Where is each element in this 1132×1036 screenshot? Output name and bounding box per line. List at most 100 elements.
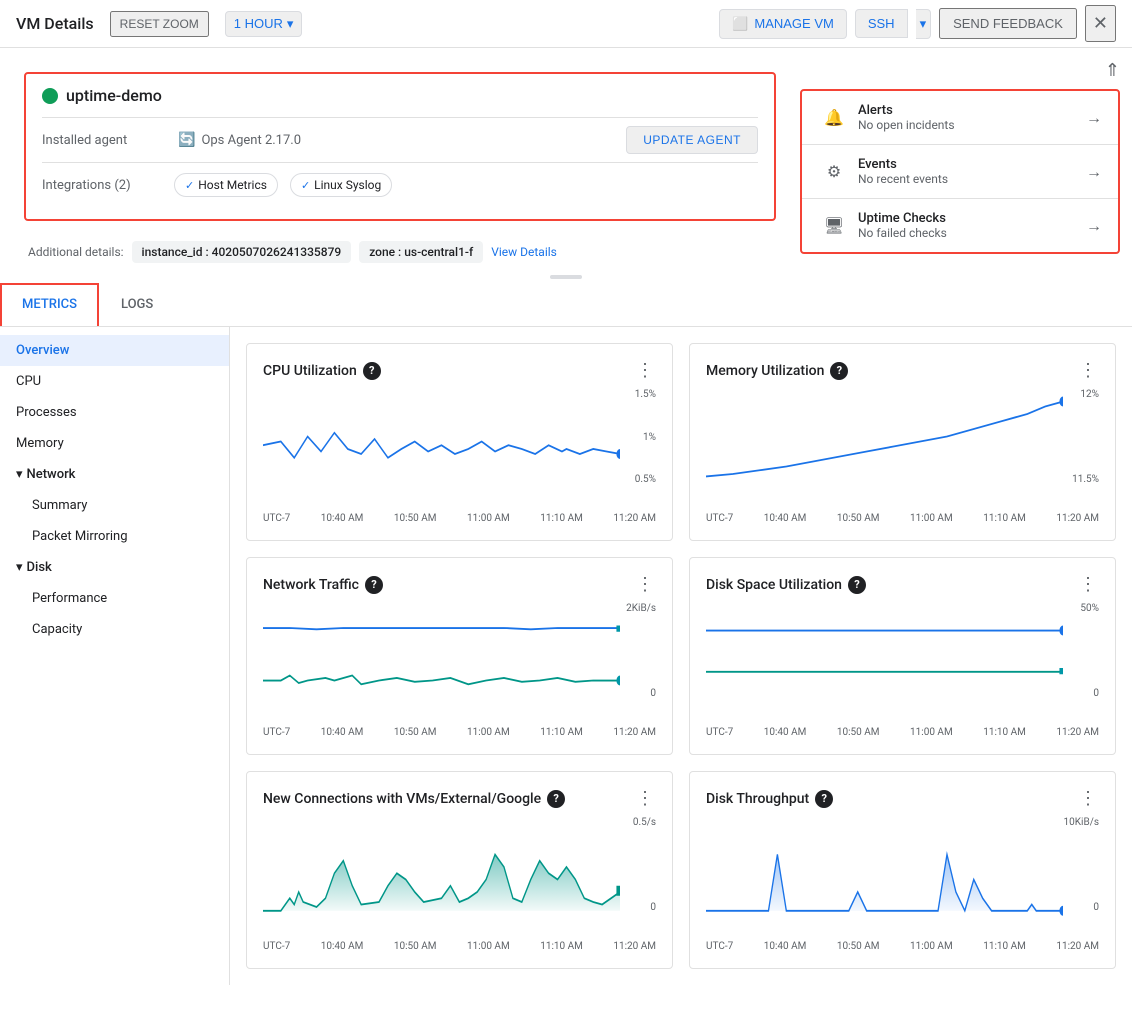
uptime-checks-title: Uptime Checks [858, 211, 1086, 226]
cpu-utilization-chart: CPU Utilization ? ⋮ 1.5% 1% 0.5% [246, 343, 673, 541]
charts-grid: CPU Utilization ? ⋮ 1.5% 1% 0.5% [246, 343, 1116, 969]
zone-label: zone : [369, 245, 404, 259]
alerts-arrow-icon: → [1086, 108, 1102, 128]
network-help-icon[interactable]: ? [365, 576, 383, 594]
metrics-tab[interactable]: METRICS [0, 283, 99, 326]
sync-icon: 🔄 [178, 132, 195, 148]
new-connections-x-labels: UTC-7 10:40 AM 10:50 AM 11:00 AM 11:10 A… [263, 941, 656, 952]
additional-details-label: Additional details: [28, 245, 124, 259]
new-connections-more-icon[interactable]: ⋮ [636, 788, 656, 809]
cpu-more-icon[interactable]: ⋮ [636, 360, 656, 381]
events-item[interactable]: ⚙ Events No recent events → [802, 145, 1118, 199]
ssh-button[interactable]: SSH [855, 9, 908, 38]
cpu-chart-title: CPU Utilization [263, 363, 357, 379]
disk-space-x-labels: UTC-7 10:40 AM 10:50 AM 11:00 AM 11:10 A… [706, 727, 1099, 738]
disk-space-y-labels: 50% 0 [1063, 603, 1099, 699]
instance-id-label: instance_id : [142, 245, 212, 259]
resize-handle[interactable] [0, 271, 1132, 283]
logs-tab[interactable]: LOGS [99, 283, 175, 326]
zone-chip: zone : us-central1-f [359, 241, 483, 263]
vm-icon: ⬜ [732, 16, 748, 32]
disk-throughput-more-icon[interactable]: ⋮ [1079, 788, 1099, 809]
uptime-checks-arrow-icon: → [1086, 216, 1102, 236]
memory-help-icon[interactable]: ? [830, 362, 848, 380]
vm-name-row: uptime-demo [42, 86, 758, 105]
network-chart-svg [263, 603, 620, 703]
host-metrics-label: Host Metrics [198, 178, 267, 192]
disk-throughput-container: 10KiB/s 0 [706, 817, 1099, 937]
linux-syslog-label: Linux Syslog [314, 178, 381, 192]
network-x-labels: UTC-7 10:40 AM 10:50 AM 11:00 AM 11:10 A… [263, 727, 656, 738]
agent-info: 🔄 Ops Agent 2.17.0 [178, 132, 301, 148]
sidebar-item-capacity[interactable]: Capacity [0, 614, 229, 645]
disk-space-chart-title: Disk Space Utilization [706, 577, 842, 593]
vm-details-container: uptime-demo Installed agent 🔄 Ops Agent … [0, 48, 800, 271]
sidebar-item-performance[interactable]: Performance [0, 583, 229, 614]
disk-throughput-header: Disk Throughput ? ⋮ [706, 788, 1099, 809]
memory-chart-container: 12% 11.5% [706, 389, 1099, 509]
integrations-row: Integrations (2) ✓ Host Metrics ✓ Linux … [42, 162, 758, 207]
manage-vm-button[interactable]: ⬜ MANAGE VM [719, 9, 847, 39]
network-chart-container: 2KiB/s 0 [263, 603, 656, 723]
memory-y-labels: 12% 11.5% [1063, 389, 1099, 485]
zone-value: us-central1-f [404, 245, 473, 259]
instance-id-chip: instance_id : 4020507026241335879 [132, 241, 352, 263]
sidebar-item-processes[interactable]: Processes [0, 397, 229, 428]
disk-space-chart-container: 50% 0 [706, 603, 1099, 723]
memory-more-icon[interactable]: ⋮ [1079, 360, 1099, 381]
details-section: uptime-demo Installed agent 🔄 Ops Agent … [0, 48, 1132, 271]
agent-label: Installed agent [42, 133, 162, 148]
right-panel-header: ⇑ [800, 60, 1120, 89]
sidebar-item-overview[interactable]: Overview [0, 335, 229, 366]
new-connections-title: New Connections with VMs/External/Google [263, 791, 541, 807]
sidebar-item-memory[interactable]: Memory [0, 428, 229, 459]
disk-space-title-row: Disk Space Utilization ? [706, 576, 866, 594]
vm-details-panel: uptime-demo Installed agent 🔄 Ops Agent … [24, 72, 776, 221]
alerts-text: Alerts No open incidents [858, 103, 1086, 132]
chevron-down-icon: ▾ [287, 16, 294, 32]
disk-space-more-icon[interactable]: ⋮ [1079, 574, 1099, 595]
top-bar-right: ⬜ MANAGE VM SSH ▾ SEND FEEDBACK ✕ [719, 5, 1116, 42]
memory-utilization-chart: Memory Utilization ? ⋮ 12% 11.5% [689, 343, 1116, 541]
view-details-link[interactable]: View Details [491, 245, 557, 259]
metrics-logs-tabs: METRICS LOGS [0, 283, 1132, 327]
collapse-button[interactable]: ⇑ [1105, 60, 1120, 81]
alerts-title: Alerts [858, 103, 1086, 118]
close-button[interactable]: ✕ [1085, 5, 1116, 42]
memory-chart-svg [706, 389, 1063, 489]
alerts-item[interactable]: 🔔 Alerts No open incidents → [802, 91, 1118, 145]
alerts-subtitle: No open incidents [858, 118, 1086, 132]
new-connections-container: 0.5/s 0 [263, 817, 656, 937]
disk-space-help-icon[interactable]: ? [848, 576, 866, 594]
cpu-y-labels: 1.5% 1% 0.5% [620, 389, 656, 485]
network-more-icon[interactable]: ⋮ [636, 574, 656, 595]
uptime-checks-item[interactable]: 🖥 Uptime Checks No failed checks → [802, 199, 1118, 252]
disk-throughput-help-icon[interactable]: ? [815, 790, 833, 808]
sidebar-item-packet-mirroring[interactable]: Packet Mirroring [0, 521, 229, 552]
disk-space-chart-header: Disk Space Utilization ? ⋮ [706, 574, 1099, 595]
disk-throughput-svg [706, 817, 1063, 917]
agent-row: Installed agent 🔄 Ops Agent 2.17.0 UPDAT… [42, 117, 758, 162]
new-connections-help-icon[interactable]: ? [547, 790, 565, 808]
content-area: Overview CPU Processes Memory ▾ Network … [0, 327, 1132, 985]
sidebar-item-cpu[interactable]: CPU [0, 366, 229, 397]
ssh-dropdown-button[interactable]: ▾ [916, 9, 932, 39]
update-agent-button[interactable]: UPDATE AGENT [626, 126, 758, 154]
integrations-label: Integrations (2) [42, 178, 162, 193]
sidebar-group-network[interactable]: ▾ Network [0, 459, 229, 490]
disk-throughput-y-labels: 10KiB/s 0 [1063, 817, 1099, 913]
time-period-button[interactable]: 1 HOUR ▾ [225, 11, 303, 37]
reset-zoom-button[interactable]: RESET ZOOM [110, 11, 209, 37]
sidebar-item-summary[interactable]: Summary [0, 490, 229, 521]
disk-space-chart-svg [706, 603, 1063, 703]
disk-throughput-x-labels: UTC-7 10:40 AM 10:50 AM 11:00 AM 11:10 A… [706, 941, 1099, 952]
agent-version: Ops Agent 2.17.0 [201, 133, 301, 148]
check-icon-2: ✓ [301, 179, 310, 192]
send-feedback-button[interactable]: SEND FEEDBACK [939, 8, 1077, 39]
cpu-help-icon[interactable]: ? [363, 362, 381, 380]
events-subtitle: No recent events [858, 172, 1086, 186]
sidebar-group-disk[interactable]: ▾ Disk [0, 552, 229, 583]
additional-details: Additional details: instance_id : 402050… [12, 233, 788, 271]
status-indicator [42, 88, 58, 104]
cpu-title-row: CPU Utilization ? [263, 362, 381, 380]
